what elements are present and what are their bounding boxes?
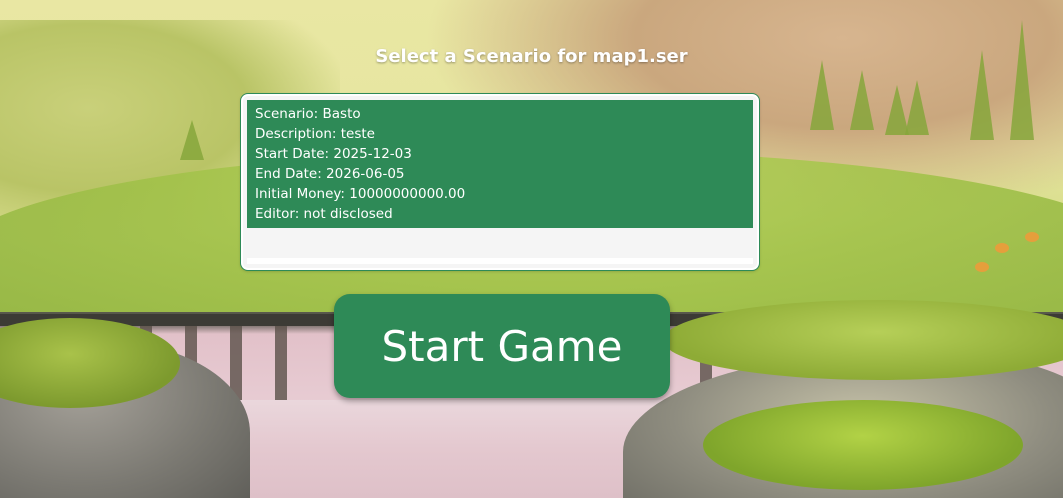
scenario-initial-money: Initial Money: 10000000000.00 — [255, 186, 466, 202]
scenario-list-item-selected[interactable]: Scenario: Basto Description: teste Start… — [247, 100, 753, 228]
scenario-name: Scenario: Basto — [255, 106, 361, 122]
pine-tree — [850, 70, 874, 130]
scenario-end-date: End Date: 2026-06-05 — [255, 166, 405, 182]
pine-tree — [180, 120, 204, 160]
grass-patch-lower-right — [703, 400, 1023, 490]
list-scroll-area[interactable] — [247, 258, 753, 264]
flower — [1025, 232, 1039, 242]
flower — [975, 262, 989, 272]
pine-tree — [810, 60, 834, 130]
start-game-button[interactable]: Start Game — [334, 294, 670, 398]
scenario-list[interactable]: Scenario: Basto Description: teste Start… — [241, 94, 759, 270]
page-title: Select a Scenario for map1.ser — [375, 46, 688, 67]
pine-tree — [1010, 20, 1034, 140]
flower — [995, 243, 1009, 253]
pine-tree — [905, 80, 929, 135]
scenario-start-date: Start Date: 2025-12-03 — [255, 146, 412, 162]
bridge-post — [275, 326, 287, 406]
scenario-editor: Editor: not disclosed — [255, 206, 393, 222]
scenario-description: Description: teste — [255, 126, 375, 142]
